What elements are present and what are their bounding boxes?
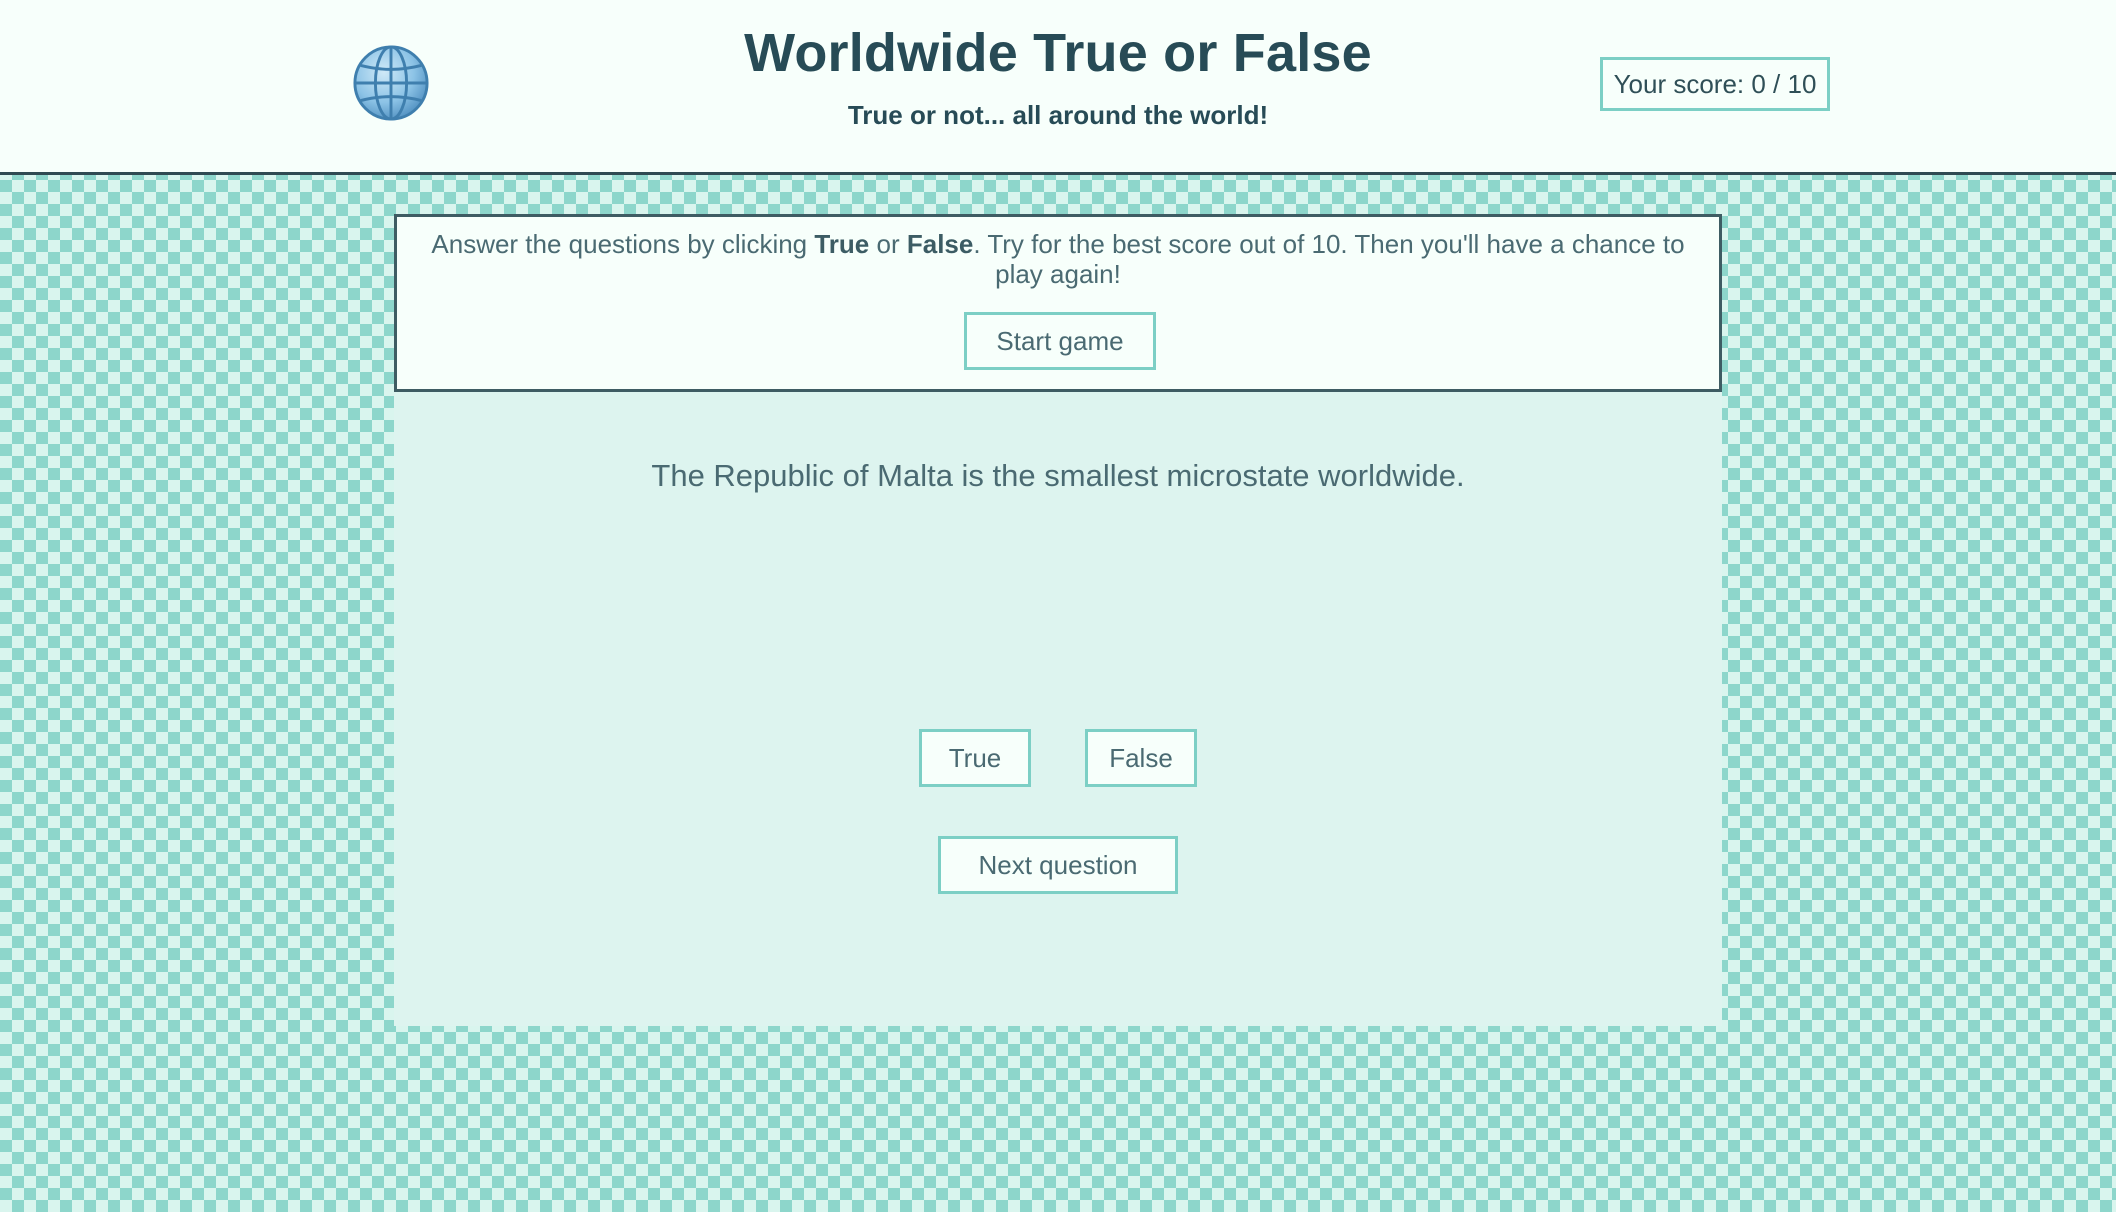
instructions-text-part: . Try for the best score out of 10. Then… (973, 229, 1685, 289)
true-button[interactable]: True (919, 729, 1031, 787)
instructions-text: Answer the questions by clicking True or… (417, 229, 1699, 289)
question-text: The Republic of Malta is the smallest mi… (651, 458, 1465, 493)
instructions-false-word: False (906, 229, 974, 259)
score-display: Your score: 0 / 10 (1600, 57, 1830, 111)
instructions-text-part: or (869, 229, 907, 259)
instructions-panel: Answer the questions by clicking True or… (394, 214, 1722, 392)
next-question-button[interactable]: Next question (938, 836, 1178, 894)
page-header: Worldwide True or False True or not... a… (0, 0, 2116, 175)
start-game-button[interactable]: Start game (964, 312, 1156, 370)
false-button[interactable]: False (1085, 729, 1197, 787)
instructions-true-word: True (814, 229, 870, 259)
question-area: The Republic of Malta is the smallest mi… (394, 392, 1722, 1026)
instructions-text-part: Answer the questions by clicking (431, 229, 815, 259)
